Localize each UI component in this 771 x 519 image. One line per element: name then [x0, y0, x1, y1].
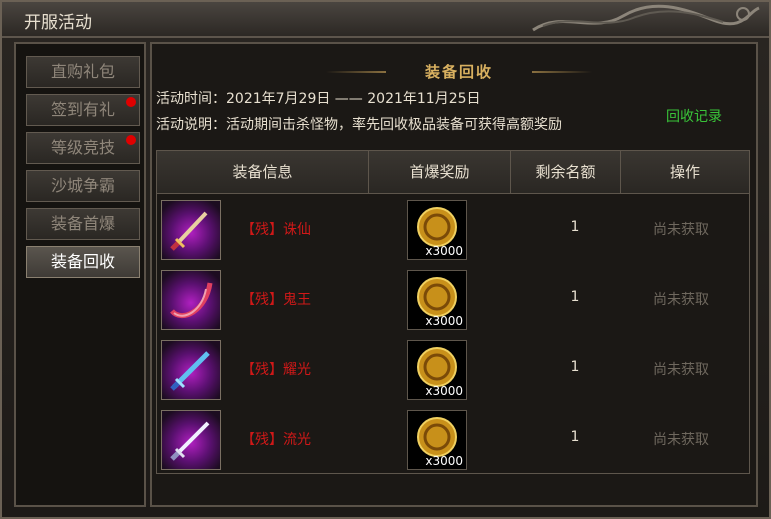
heading-ornament-left [326, 71, 386, 73]
activity-window: 开服活动 直购礼包 签到有礼 等级竞技 沙城争霸 装备首爆 装备回收 装备回收 … [0, 0, 771, 519]
status-text: 尚未获取 [653, 432, 709, 448]
status-text: 尚未获取 [653, 222, 709, 238]
gold-coin-icon [417, 347, 457, 387]
table-header: 装备信息 首爆奖励 剩余名额 操作 [157, 151, 749, 194]
remaining-count: 1 [570, 429, 580, 445]
reward-slot[interactable]: x3000 [407, 340, 467, 400]
table-row: 【残】鬼王 x3000 1 尚未获取 [157, 265, 749, 335]
sidebar-item-level-compete[interactable]: 等级竞技 [26, 132, 140, 164]
heading-ornament-right [532, 71, 592, 73]
table-row: 【残】诛仙 x3000 1 尚未获取 [157, 195, 749, 265]
sidebar-item-label: 装备回收 [50, 252, 115, 271]
window-title: 开服活动 [24, 13, 92, 33]
reward-slot[interactable]: x3000 [407, 200, 467, 260]
sidebar-item-label: 签到有礼 [50, 100, 115, 119]
table-row: 【残】流光 x3000 1 尚未获取 [157, 405, 749, 475]
status-text: 尚未获取 [653, 292, 709, 308]
sidebar-item-first-drop[interactable]: 装备首爆 [26, 208, 140, 240]
reward-quantity: x3000 [425, 244, 463, 258]
sidebar-item-direct-gift[interactable]: 直购礼包 [26, 56, 140, 88]
notification-dot [126, 135, 136, 145]
sword-icon[interactable] [161, 410, 221, 470]
gold-coin-icon [417, 207, 457, 247]
activity-time: 活动时间：2021年7月29日 —— 2021年11月25日 [156, 91, 481, 107]
section-heading: 装备回收 [326, 60, 592, 84]
reward-slot[interactable]: x3000 [407, 410, 467, 470]
remaining-count: 1 [570, 359, 580, 375]
reward-quantity: x3000 [425, 314, 463, 328]
gold-coin-icon [417, 277, 457, 317]
equipment-name: 【残】耀光 [241, 362, 311, 378]
title-bar: 开服活动 [2, 2, 769, 38]
equipment-name: 【残】诛仙 [241, 222, 311, 238]
curved-blade-icon[interactable] [161, 270, 221, 330]
sword-icon[interactable] [161, 340, 221, 400]
sidebar: 直购礼包 签到有礼 等级竞技 沙城争霸 装备首爆 装备回收 [14, 42, 146, 507]
header-first-drop-reward: 首爆奖励 [369, 151, 511, 193]
activity-description: 活动说明：活动期间击杀怪物，率先回收极品装备可获得高额奖励 [156, 117, 562, 133]
recycle-record-link[interactable]: 回收记录 [666, 106, 722, 126]
gold-coin-icon [417, 417, 457, 457]
reward-quantity: x3000 [425, 454, 463, 468]
table-row: 【残】耀光 x3000 1 尚未获取 [157, 335, 749, 405]
recycle-table: 装备信息 首爆奖励 剩余名额 操作 【残】诛仙 x3000 1 尚未获取 【残】… [156, 150, 750, 474]
main-panel: 装备回收 活动时间：2021年7月29日 —— 2021年11月25日 活动说明… [150, 42, 758, 507]
header-equipment-info: 装备信息 [157, 151, 369, 193]
sidebar-item-sign-in[interactable]: 签到有礼 [26, 94, 140, 126]
heading-text: 装备回收 [424, 63, 493, 81]
reward-quantity: x3000 [425, 384, 463, 398]
remaining-count: 1 [570, 219, 580, 235]
status-text: 尚未获取 [653, 362, 709, 378]
sidebar-item-label: 直购礼包 [50, 62, 115, 81]
sidebar-item-equipment-recycle[interactable]: 装备回收 [26, 246, 140, 278]
sidebar-item-label: 等级竞技 [50, 138, 115, 157]
equipment-name: 【残】鬼王 [241, 292, 311, 308]
dragon-ornament-icon [532, 4, 760, 32]
reward-slot[interactable]: x3000 [407, 270, 467, 330]
header-operation: 操作 [669, 163, 700, 181]
remaining-count: 1 [570, 289, 580, 305]
sidebar-item-castle-war[interactable]: 沙城争霸 [26, 170, 140, 202]
sidebar-item-label: 沙城争霸 [50, 176, 115, 195]
equipment-name: 【残】流光 [241, 432, 311, 448]
sidebar-item-label: 装备首爆 [50, 214, 115, 233]
header-remaining-slots: 剩余名额 [511, 151, 621, 193]
sword-icon[interactable] [161, 200, 221, 260]
notification-dot [126, 97, 136, 107]
